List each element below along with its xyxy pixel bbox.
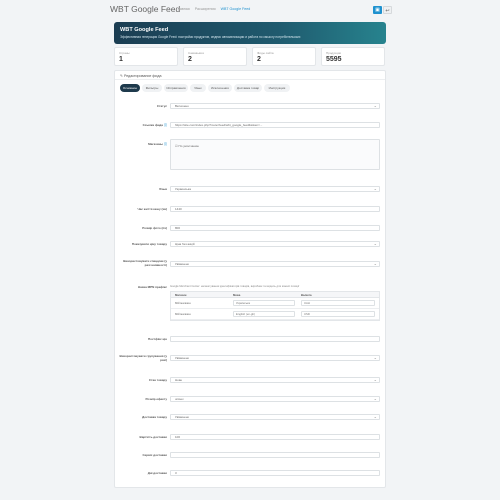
suffix-input[interactable] (170, 336, 380, 342)
module-banner: WBT Google Feed Эффективная генерация Go… (114, 22, 386, 44)
lang-input[interactable]: English (en-gb) (233, 311, 295, 317)
effect-label: Розмір ефекту (145, 397, 168, 401)
shipping-service-input[interactable] (170, 452, 380, 458)
save-icon: ▣ (375, 7, 380, 13)
stores-label: Магазиныⓘ (148, 142, 167, 146)
breadcrumb: Главная Расширения WBT Google Feed (176, 7, 254, 11)
shipping-time-label: Дні доставки (147, 471, 167, 475)
mpn-prefix-label: Назва MPN префікс (137, 285, 167, 289)
stat-label: Продукции (326, 51, 342, 55)
shipping-price-input[interactable]: 100 (170, 434, 380, 440)
effect-select[interactable]: unisex (170, 396, 380, 402)
breadcrumb-current[interactable]: WBT Google Feed (221, 7, 251, 11)
store-cell: Мій магазин (175, 301, 191, 305)
store-cell: Мій магазин (175, 312, 191, 316)
suffix-label: Постфікс цін (148, 337, 167, 341)
breadcrumb-extensions[interactable]: Расширения (195, 7, 216, 11)
stat-value: 1 (119, 56, 123, 63)
special-price-select[interactable]: Увімкнено (170, 261, 380, 267)
price-type-label: Показувати ціну товару (131, 242, 167, 246)
tab-filters[interactable]: Фильтры (142, 84, 162, 92)
store-default-checkbox[interactable]: ☑ По умолчанию (175, 144, 199, 148)
language-select[interactable]: Украинська (170, 186, 380, 192)
cache-time-label: Час життя кешу (хв) (137, 207, 167, 211)
stat-card-pickup: Самовывоз 2 (183, 47, 247, 66)
breadcrumb-home[interactable]: Главная (176, 7, 190, 11)
tab-delivery[interactable]: Доставка товар (234, 84, 262, 92)
tab-fixes[interactable]: Исправления (164, 84, 188, 92)
stat-value: 2 (188, 56, 192, 63)
top-bar: WBT Google Feed Главная Расширения WBT G… (110, 4, 392, 18)
tab-instructions[interactable]: Инструкция (264, 84, 290, 92)
special-price-label: Використовувати спецціни (у разі наявнос… (123, 259, 167, 267)
stat-value: 5595 (326, 56, 342, 63)
mpn-prefix-table: Магазин Мова Валюта Мій магазин Українсь… (170, 291, 380, 321)
info-icon: ⓘ (163, 142, 167, 146)
banner-title: WBT Google Feed (120, 27, 169, 33)
delivery-label: Доставка товару (142, 415, 167, 419)
cache-time-input[interactable]: 1440 (170, 206, 380, 212)
reply-icon: ↩ (385, 8, 390, 14)
table-row: Мій магазин English (en-gb) USD (171, 309, 379, 320)
tab-bar: Основное Фильтры Исправления Язык Исключ… (120, 84, 382, 93)
delivery-select[interactable]: Увімкнено (170, 414, 380, 420)
lang-input[interactable]: Українська (233, 300, 295, 306)
stat-card-feeds: Фиды сайта 2 (252, 47, 316, 66)
table-row: Мій магазин Українська UAH (171, 298, 379, 309)
price-type-select[interactable]: Ціна без акцій (170, 241, 380, 247)
shipping-time-input[interactable]: 3 (170, 470, 380, 476)
column-language: Мова (233, 293, 241, 297)
page-title: WBT Google Feed (110, 4, 181, 14)
image-size-input[interactable]: 800 (170, 225, 380, 231)
image-size-label: Розмір фото (пх) (142, 226, 167, 230)
card-header: ✎ Редактирование фида (115, 71, 385, 80)
back-button[interactable]: ↩ (383, 6, 392, 14)
stat-value: 2 (257, 56, 261, 63)
condition-select[interactable]: Нове (170, 377, 380, 383)
card-title: ✎ Редактирование фида (120, 74, 162, 78)
grouping-select[interactable]: Увімкнено (170, 355, 380, 361)
tab-general[interactable]: Основное (120, 84, 140, 92)
banner-subtitle: Эффективная генерация Google Feed: настр… (120, 35, 301, 39)
shipping-service-label: Сервіс доставки (142, 453, 167, 457)
currency-input[interactable]: USD (301, 311, 375, 317)
feed-edit-card: ✎ Редактирование фида Основное Фильтры И… (114, 70, 386, 488)
stores-box: ☑ По умолчанию (170, 139, 380, 170)
info-icon: ⓘ (163, 123, 167, 127)
status-select[interactable]: Включено (170, 103, 380, 109)
stat-card-countries: Страны 1 (114, 47, 178, 66)
stat-label: Самовывоз (188, 51, 204, 55)
feed-link-label: Ссылка фидаⓘ (142, 123, 167, 127)
grouping-label: Використовувати групування (у разі) (119, 354, 167, 362)
condition-label: Стан товару (148, 378, 167, 382)
feed-link-field[interactable]: https://site.com/index.php?route=feed/wb… (170, 122, 380, 128)
tab-exclusions[interactable]: Исключения (208, 84, 232, 92)
column-store: Магазин (175, 293, 187, 297)
stat-label: Фиды сайта (257, 51, 274, 55)
shipping-price-label: Вартість доставки (139, 435, 167, 439)
stat-card-products: Продукции 5595 (321, 47, 385, 66)
language-label: Язык (159, 187, 167, 191)
currency-input[interactable]: UAH (301, 300, 375, 306)
stat-label: Страны (119, 51, 130, 55)
status-label: Статус (156, 104, 167, 108)
save-button[interactable]: ▣ (373, 6, 382, 14)
mpn-help-text: Google Merchant Center: налаштування іде… (170, 285, 300, 288)
tab-language[interactable]: Язык (190, 84, 206, 92)
column-currency: Валюта (301, 293, 312, 297)
